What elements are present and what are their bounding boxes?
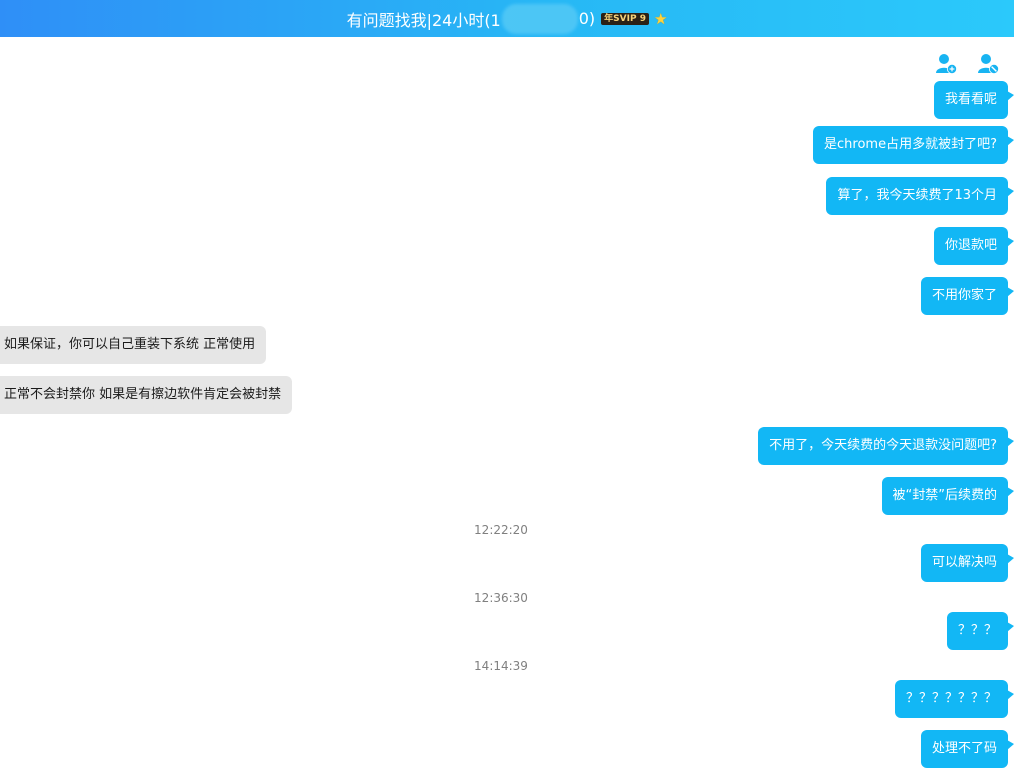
message-bubble-received[interactable]: 正常不会封禁你 如果是有擦边软件肯定会被封禁 (0, 376, 293, 414)
chat-title-prefix: 有问题找我|24小时(1 (346, 10, 501, 30)
message-row: 如果保证，你可以自己重装下系统 正常使用 (0, 326, 1014, 364)
message-list[interactable]: 我看看呢 是chrome占用多就被封了吧? 算了，我今天续费了13个月 你退款吧… (0, 37, 1014, 771)
message-row: 我看看呢 (0, 81, 1014, 119)
message-row: ？？？ (0, 612, 1014, 650)
message-timestamp: 12:22:20 (474, 523, 528, 537)
chat-title-bar: 有问题找我|24小时(1 0) 年SVIP 9 ★ (0, 0, 1014, 37)
message-bubble-sent[interactable]: 可以解决吗 (920, 544, 1014, 582)
message-bubble-received[interactable]: 如果保证，你可以自己重装下系统 正常使用 (0, 326, 267, 364)
message-bubble-sent[interactable]: 算了，我今天续费了13个月 (826, 177, 1014, 215)
message-bubble-sent[interactable]: ？？？ (946, 612, 1014, 650)
message-timestamp: 14:14:39 (474, 659, 528, 673)
message-bubble-sent[interactable]: ？？？？？？？ (894, 680, 1014, 718)
chat-title: 有问题找我|24小时(1 0) 年SVIP 9 ★ (346, 0, 667, 37)
message-bubble-sent[interactable]: 不用你家了 (920, 277, 1014, 315)
message-row: 正常不会封禁你 如果是有擦边软件肯定会被封禁 (0, 376, 1014, 414)
message-timestamp: 12:36:30 (474, 591, 528, 605)
message-bubble-sent[interactable]: 我看看呢 (933, 81, 1014, 119)
message-row: 处理不了码 (0, 730, 1014, 768)
message-bubble-sent[interactable]: 不用了，今天续费的今天退款没问题吧? (758, 427, 1014, 465)
message-row: ？？？？？？？ (0, 680, 1014, 718)
message-row: 可以解决吗 (0, 544, 1014, 582)
svip-badge[interactable]: 年SVIP 9 (601, 12, 649, 25)
chat-title-suffix: 0) (578, 9, 596, 28)
redacted-region (501, 3, 578, 34)
message-bubble-sent[interactable]: 是chrome占用多就被封了吧? (813, 126, 1014, 164)
message-bubble-sent[interactable]: 处理不了码 (920, 730, 1014, 768)
message-row: 算了，我今天续费了13个月 (0, 177, 1014, 215)
message-row: 不用了，今天续费的今天退款没问题吧? (0, 427, 1014, 465)
message-row: 不用你家了 (0, 277, 1014, 315)
message-bubble-sent[interactable]: 你退款吧 (933, 227, 1014, 265)
crown-icon[interactable]: ★ (654, 10, 667, 28)
message-bubble-sent[interactable]: 被“封禁”后续费的 (881, 477, 1014, 515)
message-row: 是chrome占用多就被封了吧? (0, 126, 1014, 164)
message-row: 被“封禁”后续费的 (0, 477, 1014, 515)
message-row: 你退款吧 (0, 227, 1014, 265)
